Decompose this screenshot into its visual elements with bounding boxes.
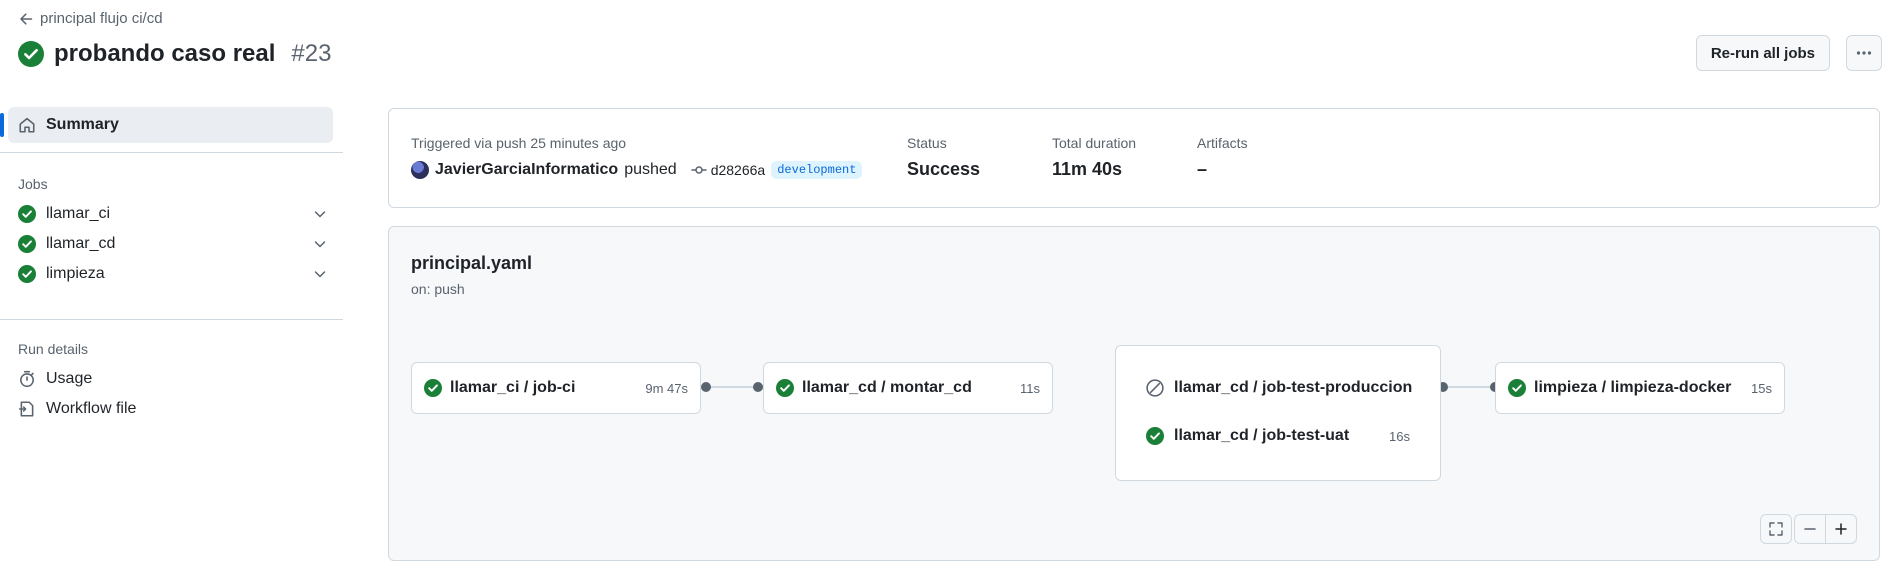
sidebar-job-label: limpieza (46, 265, 105, 282)
sidebar-job-label: llamar_ci (46, 205, 111, 222)
sidebar-job-llamar-cd[interactable]: llamar_cd (18, 230, 328, 258)
action-text: pushed (624, 161, 677, 178)
graph-job-name: llamar_cd / job-test-produccion (1174, 379, 1413, 396)
sidebar-item-summary[interactable]: Summary (0, 107, 333, 143)
run-number: #23 (291, 40, 332, 67)
status-label: Status (907, 135, 947, 151)
dash-icon (1802, 521, 1818, 537)
graph-job-duration: 15s (1751, 380, 1772, 396)
sidebar-item-workflow-file[interactable]: Workflow file (18, 396, 136, 422)
graph-job-duration: 9m 47s (645, 380, 688, 396)
success-check-icon (18, 265, 36, 283)
artifacts-value: – (1197, 159, 1208, 179)
graph-job-name: llamar_ci / job-ci (450, 379, 576, 396)
graph-job-duration: 16s (1389, 428, 1410, 444)
commit-sha: d28266a (710, 162, 766, 178)
sidebar-item-summary-label: Summary (46, 116, 119, 133)
success-check-icon (776, 379, 794, 397)
success-check-icon (18, 205, 36, 223)
artifacts-label: Artifacts (1197, 135, 1248, 151)
workflow-file-icon (18, 400, 36, 418)
actor-link[interactable]: JavierGarciaInformatico (435, 161, 618, 179)
sidebar-item-label: Usage (46, 370, 93, 387)
sidebar-item-label: Workflow file (46, 400, 137, 417)
workflow-graph-card: principal.yaml on: push llamar_ci / job-… (388, 226, 1880, 561)
graph-job-montar-cd[interactable]: llamar_cd / montar_cd 11s (763, 362, 1053, 414)
graph-job-test-produccion[interactable]: llamar_cd / job-test-produccion (1146, 376, 1413, 400)
graph-job-llamar-ci[interactable]: llamar_ci / job-ci 9m 47s (411, 362, 701, 414)
more-options-button[interactable] (1846, 35, 1882, 71)
graph-connector (706, 386, 758, 388)
trigger-label: Triggered via push 25 minutes ago (411, 135, 627, 151)
success-check-icon (18, 235, 36, 253)
home-icon (18, 116, 36, 134)
status-value: Success (907, 159, 981, 179)
sidebar-divider (0, 319, 343, 320)
sidebar-divider (0, 152, 343, 153)
trigger-row: JavierGarciaInformatico pushed d28266a d… (411, 161, 863, 179)
arrow-left-icon (18, 11, 34, 27)
run-summary-card: Triggered via push 25 minutes ago Javier… (388, 108, 1880, 208)
sidebar-job-label: llamar_cd (46, 235, 116, 252)
connector-dot (701, 382, 711, 392)
graph-job-duration: 11s (1020, 380, 1040, 396)
page-title: probando caso real (54, 40, 276, 67)
page-title-row: probando caso real #23 (18, 40, 331, 68)
branch-badge[interactable]: development (771, 161, 863, 179)
chevron-down-icon[interactable] (312, 266, 328, 282)
plus-icon (1833, 521, 1849, 537)
fullscreen-button[interactable] (1760, 514, 1792, 544)
connector-dot (753, 382, 763, 392)
commit-link[interactable]: d28266a (690, 162, 766, 178)
zoom-in-button[interactable] (1825, 514, 1857, 544)
stopwatch-icon (18, 370, 36, 388)
graph-job-name: llamar_cd / job-test-uat (1174, 427, 1350, 444)
git-commit-icon (690, 162, 707, 178)
skipped-icon (1146, 379, 1164, 397)
success-check-icon (1508, 379, 1526, 397)
workflow-trigger: on: push (411, 281, 465, 297)
chevron-down-icon[interactable] (312, 236, 328, 252)
sidebar-job-llamar-ci[interactable]: llamar_ci (18, 200, 328, 228)
jobs-heading: Jobs (18, 176, 48, 192)
run-details-heading: Run details (18, 341, 89, 357)
success-check-icon (18, 41, 44, 67)
duration-value: 11m 40s (1052, 159, 1123, 179)
back-link[interactable]: principal flujo ci/cd (18, 10, 163, 27)
graph-job-group: llamar_cd / job-test-produccion llamar_c… (1115, 345, 1441, 481)
graph-job-test-uat[interactable]: llamar_cd / job-test-uat 16s (1146, 424, 1410, 448)
avatar[interactable] (411, 161, 429, 179)
chevron-down-icon[interactable] (312, 206, 328, 222)
graph-job-limpieza-docker[interactable]: limpieza / limpieza-docker 15s (1495, 362, 1785, 414)
active-indicator (0, 113, 4, 137)
rerun-all-jobs-button[interactable]: Re-run all jobs (1695, 35, 1830, 71)
sidebar-item-usage[interactable]: Usage (18, 366, 92, 392)
success-check-icon (424, 379, 442, 397)
duration-label: Total duration (1052, 135, 1137, 151)
graph-job-name: llamar_cd / montar_cd (802, 379, 972, 396)
sidebar-job-limpieza[interactable]: limpieza (18, 260, 328, 288)
screen-full-icon (1768, 521, 1784, 537)
zoom-out-button[interactable] (1794, 514, 1826, 544)
graph-job-name: limpieza / limpieza-docker (1534, 379, 1732, 396)
success-check-icon (1146, 427, 1164, 445)
workflow-name: principal.yaml (411, 253, 533, 273)
back-link-label: principal flujo ci/cd (40, 10, 163, 27)
graph-connector (1443, 386, 1495, 388)
kebab-horizontal-icon (1855, 44, 1873, 62)
